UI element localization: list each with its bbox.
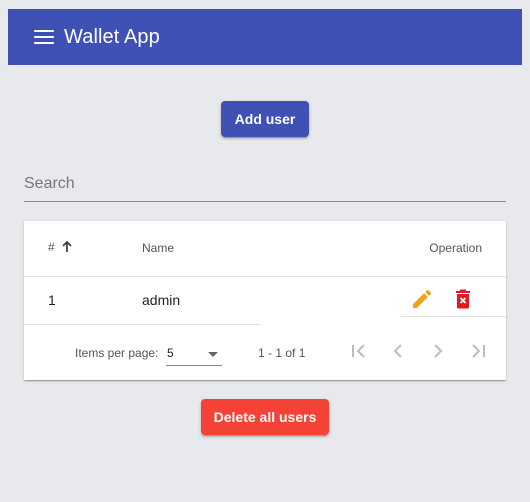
app-toolbar: Wallet App [8, 9, 522, 65]
first-page-icon[interactable] [347, 339, 371, 363]
table-header-row: # Name Operation [24, 221, 506, 277]
cell-id: 1 [48, 292, 56, 308]
last-page-icon[interactable] [466, 339, 490, 363]
pencil-icon[interactable] [410, 287, 434, 311]
items-per-page-select[interactable]: 5 [166, 343, 222, 366]
search-field [24, 168, 506, 202]
column-header-number-label: # [48, 240, 55, 254]
app-title: Wallet App [64, 25, 160, 48]
chevron-right-icon[interactable] [426, 339, 450, 363]
column-header-number[interactable]: # [48, 240, 72, 254]
cell-name: admin [142, 292, 181, 308]
row-divider [401, 316, 506, 317]
items-per-page-label: Items per page: [75, 346, 159, 360]
dropdown-caret-icon [208, 352, 218, 357]
column-header-name[interactable]: Name [142, 241, 174, 255]
search-input[interactable] [24, 168, 506, 200]
chevron-left-icon[interactable] [386, 339, 410, 363]
page-range-label: 1 - 1 of 1 [258, 346, 306, 360]
delete-all-users-button[interactable]: Delete all users [201, 399, 329, 435]
items-per-page-value: 5 [167, 346, 174, 360]
add-user-button[interactable]: Add user [221, 101, 309, 137]
column-header-operation: Operation [429, 241, 482, 255]
arrow-up-icon [62, 241, 72, 252]
paginator: Items per page: 5 1 - 1 of 1 [24, 325, 506, 380]
menu-icon[interactable] [34, 30, 54, 44]
trash-icon[interactable] [451, 287, 475, 311]
users-table-card: # Name Operation 1 admin Items per page:… [24, 221, 506, 380]
